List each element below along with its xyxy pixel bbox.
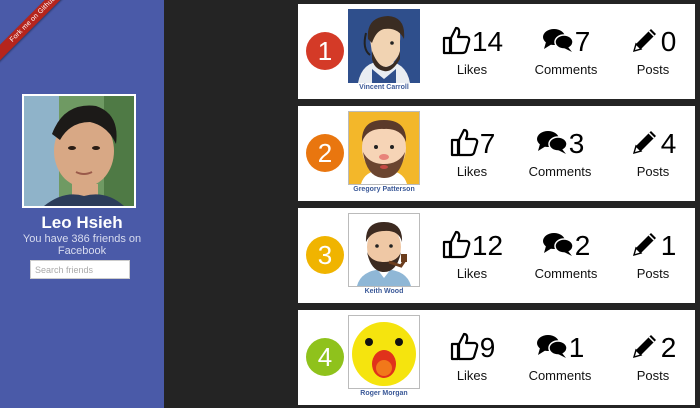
friend-avatar[interactable] — [348, 9, 420, 83]
likes-count: 12 — [471, 230, 504, 261]
rank-badge: 1 — [306, 32, 344, 70]
friend-card: 4 Roger Morgan 9 Likes 1 Comments 2 Post… — [298, 310, 695, 405]
profile-name: Leo Hsieh — [41, 213, 123, 232]
comments-label: Comments — [528, 368, 592, 383]
search-friends-input[interactable] — [30, 260, 130, 279]
friend-name[interactable]: Gregory Patterson — [338, 186, 430, 193]
friend-avatar[interactable] — [348, 315, 420, 389]
comments-count: 2 — [574, 230, 591, 261]
comments-label: Comments — [528, 164, 592, 179]
likes-stat: 14 Likes — [432, 24, 512, 84]
comments-count: 3 — [568, 128, 585, 159]
rank-badge: 3 — [306, 236, 344, 274]
comments-icon — [536, 333, 568, 364]
posts-count: 1 — [660, 230, 677, 261]
likes-label: Likes — [456, 62, 488, 77]
posts-count: 2 — [660, 332, 677, 363]
pencil-icon — [630, 331, 660, 366]
rank-badge: 4 — [306, 338, 344, 376]
likes-label: Likes — [456, 266, 488, 281]
rank-badge: 2 — [306, 134, 344, 172]
friend-card: 3 Keith Wood 12 Likes 2 Comments 1 Posts — [298, 208, 695, 303]
comments-stat: 2 Comments — [526, 228, 606, 288]
comments-stat: 7 Comments — [526, 24, 606, 84]
likes-count: 9 — [479, 332, 496, 363]
posts-count: 0 — [660, 26, 677, 57]
posts-stat: 1 Posts — [616, 228, 690, 288]
comments-icon — [542, 27, 574, 58]
posts-label: Posts — [636, 62, 670, 77]
posts-stat: 4 Posts — [616, 126, 690, 186]
comments-count: 7 — [574, 26, 591, 57]
comments-label: Comments — [534, 266, 598, 281]
likes-count: 7 — [479, 128, 496, 159]
likes-count: 14 — [471, 26, 504, 57]
thumbs-up-icon — [441, 229, 471, 264]
likes-label: Likes — [456, 164, 488, 179]
friend-name[interactable]: Roger Morgan — [338, 390, 430, 397]
friend-card: 2 Gregory Patterson 7 Likes 3 Comments 4… — [298, 106, 695, 201]
pencil-icon — [630, 127, 660, 162]
comments-stat: 1 Comments — [520, 330, 600, 390]
friend-card: 1 Vincent Carroll 14 Likes 7 Comments 0 … — [298, 4, 695, 99]
posts-stat: 2 Posts — [616, 330, 690, 390]
friend-avatar[interactable] — [348, 111, 420, 185]
thumbs-up-icon — [449, 331, 479, 366]
posts-count: 4 — [660, 128, 677, 159]
fork-on-github-ribbon[interactable]: Fork me on Github — [0, 0, 76, 63]
posts-label: Posts — [636, 266, 670, 281]
pencil-icon — [630, 229, 660, 264]
profile-photo — [22, 94, 136, 208]
likes-label: Likes — [456, 368, 488, 383]
pencil-icon — [630, 25, 660, 60]
likes-stat: 7 Likes — [432, 126, 512, 186]
posts-label: Posts — [636, 368, 670, 383]
friend-name[interactable]: Vincent Carroll — [338, 84, 430, 91]
likes-stat: 9 Likes — [432, 330, 512, 390]
friend-name[interactable]: Keith Wood — [338, 288, 430, 295]
comments-stat: 3 Comments — [520, 126, 600, 186]
friend-avatar[interactable] — [348, 213, 420, 287]
thumbs-up-icon — [449, 127, 479, 162]
likes-stat: 12 Likes — [432, 228, 512, 288]
comments-icon — [542, 231, 574, 262]
thumbs-up-icon — [441, 25, 471, 60]
posts-label: Posts — [636, 164, 670, 179]
comments-icon — [536, 129, 568, 160]
comments-count: 1 — [568, 332, 585, 363]
posts-stat: 0 Posts — [616, 24, 690, 84]
sidebar: Fork me on Github Leo Hsieh You have 386… — [0, 0, 164, 408]
comments-label: Comments — [534, 62, 598, 77]
friend-count-text: You have 386 friends on Facebook — [22, 233, 142, 257]
